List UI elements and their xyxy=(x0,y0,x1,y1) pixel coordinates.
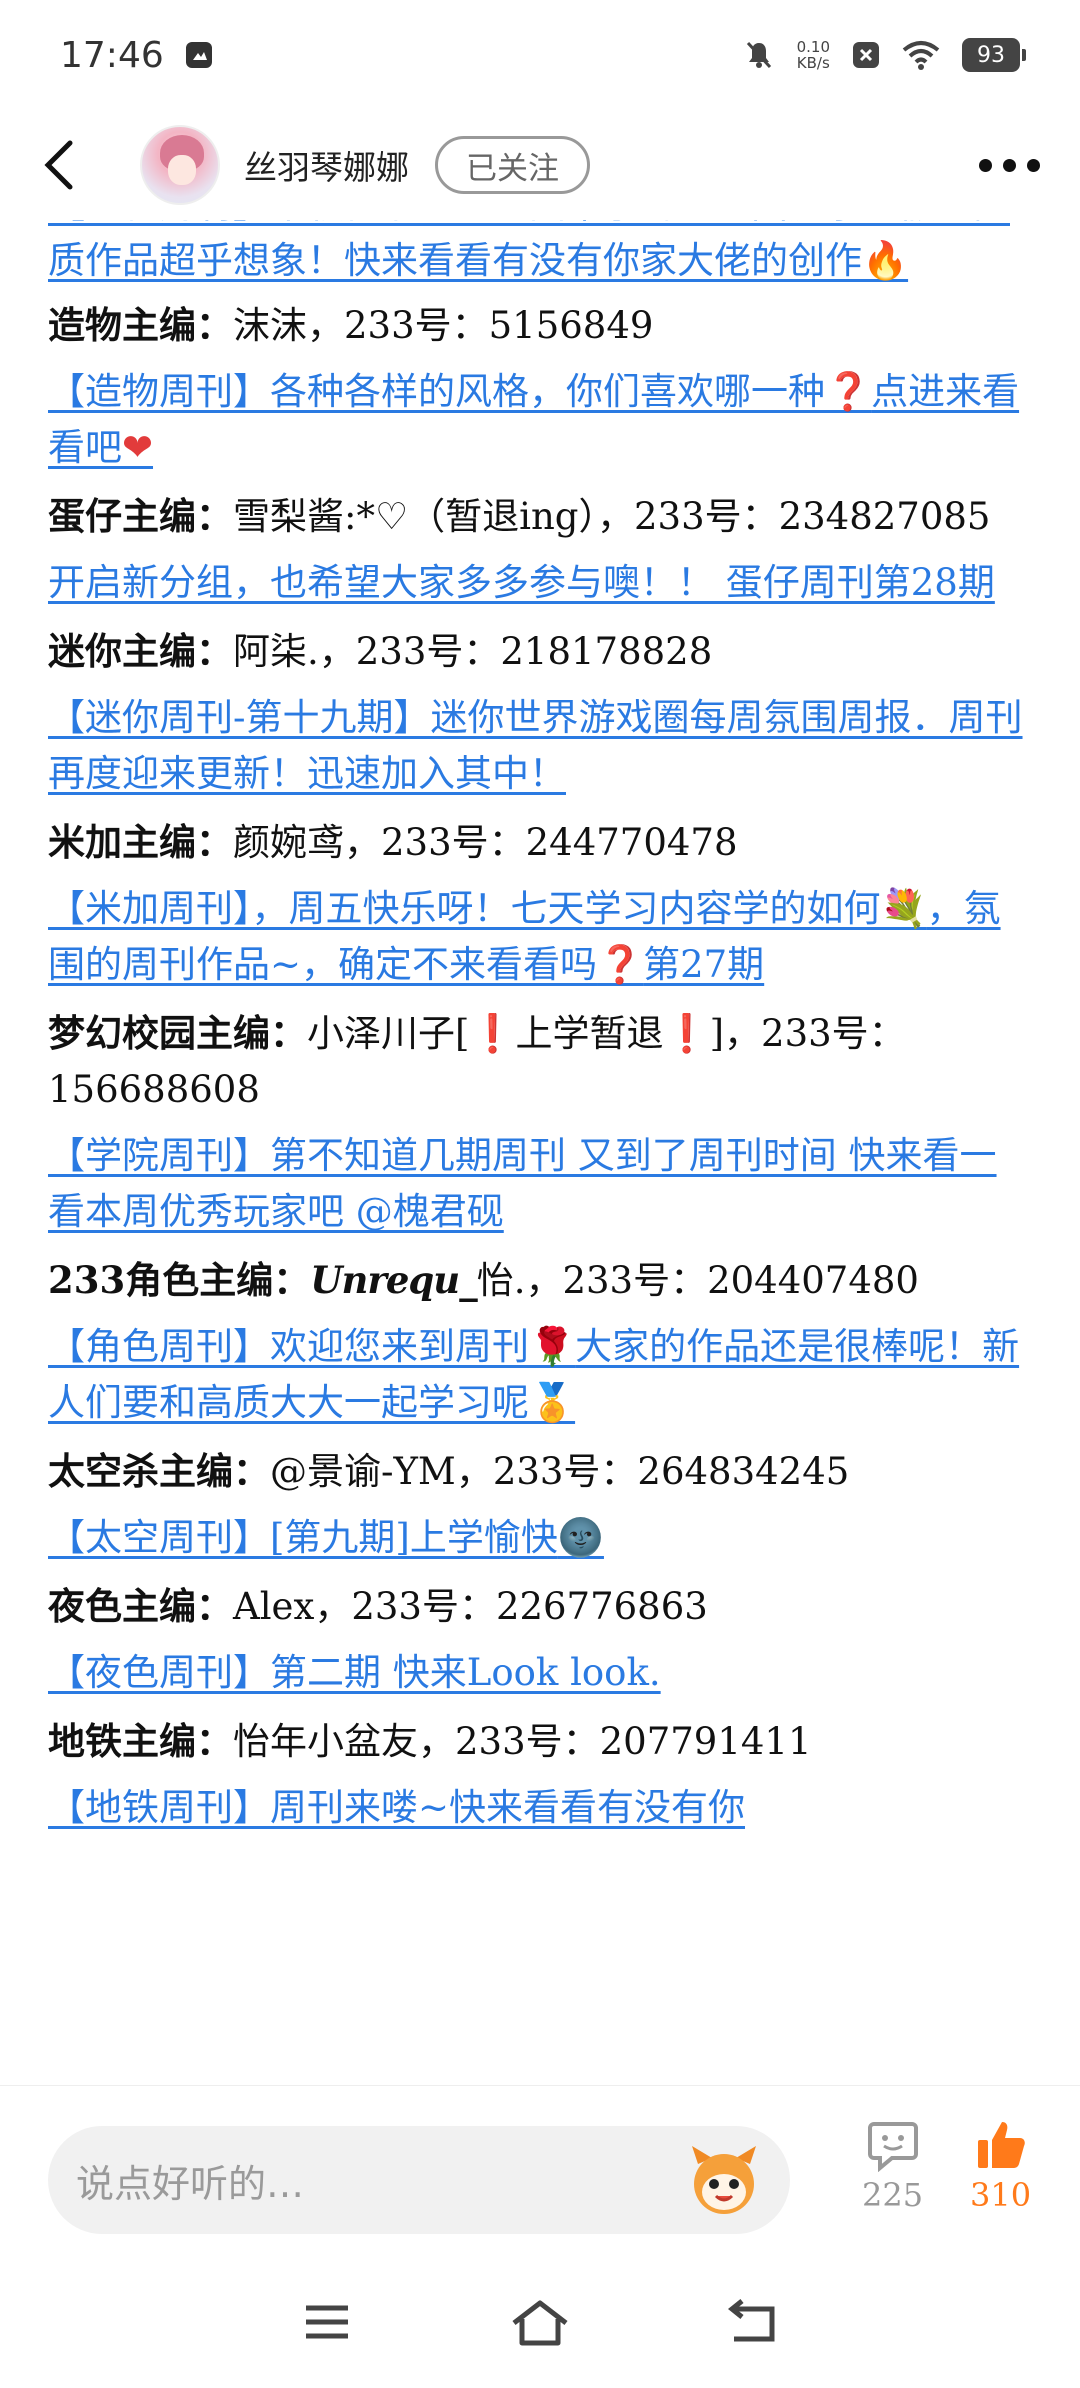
editor-line: 蛋仔主编：雪梨酱:*♡（暂退ing），233号：234827085 xyxy=(48,494,991,538)
editor-line: 233角色主编：Unrequ_怡.，233号：204407480 xyxy=(48,1258,919,1302)
entry-taikong: 太空杀主编：@景谕-YM，233号：264834245 【太空周刊】[第九期]上… xyxy=(48,1443,1032,1566)
like-button[interactable]: 310 xyxy=(970,2118,1031,2214)
editor-line: 夜色主编：Alex，233号：226776863 xyxy=(48,1584,708,1628)
screenshot-notification-icon xyxy=(184,40,214,70)
menu-lines-icon xyxy=(305,2305,348,2338)
entry-danzai: 蛋仔主编：雪梨酱:*♡（暂退ing），233号：234827085 开启新分组，… xyxy=(48,488,1032,611)
exclamation-emoji-icon: ❗ xyxy=(469,1012,516,1055)
battery-indicator: 93 xyxy=(962,38,1026,72)
more-dots-icon xyxy=(979,158,992,172)
mascot-emoji-icon[interactable] xyxy=(686,2144,762,2216)
weekly-link[interactable]: 【米加周刊】，周五快乐呀！七天学习内容学的如何💐，氛围的周刊作品~，确定不来看看… xyxy=(48,881,1032,993)
post-content: 【造物周刊】中秋佳节一家人团聚了吗！！国庆小长假的高质作品超乎想象！快来看看有没… xyxy=(0,215,1080,2085)
network-speed: 0.10 KB/s xyxy=(796,38,830,72)
editor-line: 造物主编：沫沫，233号：5156849 xyxy=(48,303,654,347)
link-zaowu-top[interactable]: 【造物周刊】中秋佳节一家人团聚了吗！！国庆小长假的高质作品超乎想象！快来看看有没… xyxy=(48,215,1032,289)
entry-ditie: 地铁主编：怡年小盆友，233号：207791411 【地铁周刊】周刊来喽~快来看… xyxy=(48,1713,1032,1836)
entry-mijia: 米加主编：颜婉鸢，233号：244770478 【米加周刊】，周五快乐呀！七天学… xyxy=(48,814,1032,993)
close-box-icon xyxy=(852,41,880,69)
weekly-link[interactable]: 【造物周刊】各种各样的风格，你们喜欢哪一种❓点进来看看吧❤ xyxy=(48,364,1032,476)
red-heart-emoji-icon: ❤ xyxy=(122,426,154,469)
user-name[interactable]: 丝羽琴娜娜 xyxy=(244,141,409,189)
comment-count-button[interactable]: 225 xyxy=(862,2118,923,2214)
home-icon xyxy=(512,2300,568,2345)
entry-yese: 夜色主编：Alex，233号：226776863 【夜色周刊】第二期 快来Loo… xyxy=(48,1578,1032,1701)
back-button[interactable] xyxy=(40,125,100,205)
comment-bubble-icon xyxy=(867,2122,918,2172)
weekly-link[interactable]: 【角色周刊】欢迎您来到周刊🌹大家的作品还是很棒呢！新人们要和高质大大一起学习呢🏅 xyxy=(48,1319,1032,1431)
entry-menghuan: 梦幻校园主编：小泽川子[❗上学暂退❗]，233号：156688608 【学院周刊… xyxy=(48,1005,1032,1240)
menu-nav-button[interactable] xyxy=(287,2282,367,2362)
weekly-link[interactable]: 【太空周刊】[第九期]上学愉快🌚 xyxy=(48,1510,1032,1566)
editor-line: 地铁主编：怡年小盆友，233号：207791411 xyxy=(48,1719,812,1763)
wifi-icon xyxy=(902,40,940,70)
comment-bar: 说点好听的… 225 310 xyxy=(0,2085,1080,2255)
status-bar: 17:46 0.10 KB/s 93 xyxy=(0,0,1080,110)
editor-line: 迷你主编：阿柒.，233号：218178828 xyxy=(48,629,713,673)
weekly-link[interactable]: 【学院周刊】第不知道几期周刊 又到了周刊时间 快来看一看本周优秀玩家吧 @槐君砚 xyxy=(48,1128,1032,1240)
back-nav-button[interactable] xyxy=(713,2282,793,2362)
follow-button[interactable]: 已关注 xyxy=(435,136,590,194)
home-nav-button[interactable] xyxy=(500,2282,580,2362)
flower-bouquet-emoji-icon: 💐 xyxy=(880,887,927,930)
comment-input[interactable]: 说点好听的… xyxy=(48,2126,790,2234)
back-arrow-icon xyxy=(44,140,73,190)
app-root: 17:46 0.10 KB/s 93 丝羽琴娜娜 已关注 质作品超乎想象！快来看… xyxy=(0,0,1080,2388)
thumbs-up-icon xyxy=(977,2122,1025,2168)
weekly-link[interactable]: 开启新分组，也希望大家多多参与噢！！ 蛋仔周刊第28期 xyxy=(48,555,1032,611)
editor-line: 太空杀主编：@景谕-YM，233号：264834245 xyxy=(48,1449,850,1493)
exclamation-emoji-icon: ❗ xyxy=(663,1012,710,1055)
editor-line: 米加主编：颜婉鸢，233号：244770478 xyxy=(48,820,738,864)
system-nav-bar xyxy=(0,2255,1080,2388)
rose-emoji-icon: 🌹 xyxy=(529,1325,576,1368)
medal-emoji-icon: 🏅 xyxy=(529,1381,576,1424)
avatar[interactable] xyxy=(140,125,220,205)
weekly-link[interactable]: 【夜色周刊】第二期 快来Look look. xyxy=(48,1645,1032,1701)
more-options-button[interactable] xyxy=(969,149,1050,182)
entry-mini: 迷你主编：阿柒.，233号：218178828 【迷你周刊-第十九期】迷你世界游… xyxy=(48,623,1032,802)
status-time: 17:46 xyxy=(60,34,164,76)
weekly-link[interactable]: 【迷你周刊-第十九期】迷你世界游戏圈每周氛围周报．周刊再度迎来更新！迅速加入其中… xyxy=(48,690,1032,802)
weekly-link[interactable]: 【地铁周刊】周刊来喽~快来看看有没有你 xyxy=(48,1780,1032,1836)
question-mark-emoji-icon: ❓ xyxy=(597,943,644,986)
back-nav-icon xyxy=(728,2298,775,2341)
post-header: 丝羽琴娜娜 已关注 xyxy=(0,110,1080,220)
entry-juese: 233角色主编：Unrequ_怡.，233号：204407480 【角色周刊】欢… xyxy=(48,1252,1032,1431)
moon-face-emoji-icon: 🌚 xyxy=(557,1516,604,1559)
fire-emoji-icon: 🔥 xyxy=(862,239,909,282)
editor-line: 梦幻校园主编：小泽川子[❗上学暂退❗]，233号：156688608 xyxy=(48,1011,906,1111)
entry-zaowu: 造物主编：沫沫，233号：5156849 【造物周刊】各种各样的风格，你们喜欢哪… xyxy=(48,297,1032,476)
mute-bell-icon xyxy=(743,39,775,71)
question-mark-emoji-icon: ❓ xyxy=(825,370,872,413)
